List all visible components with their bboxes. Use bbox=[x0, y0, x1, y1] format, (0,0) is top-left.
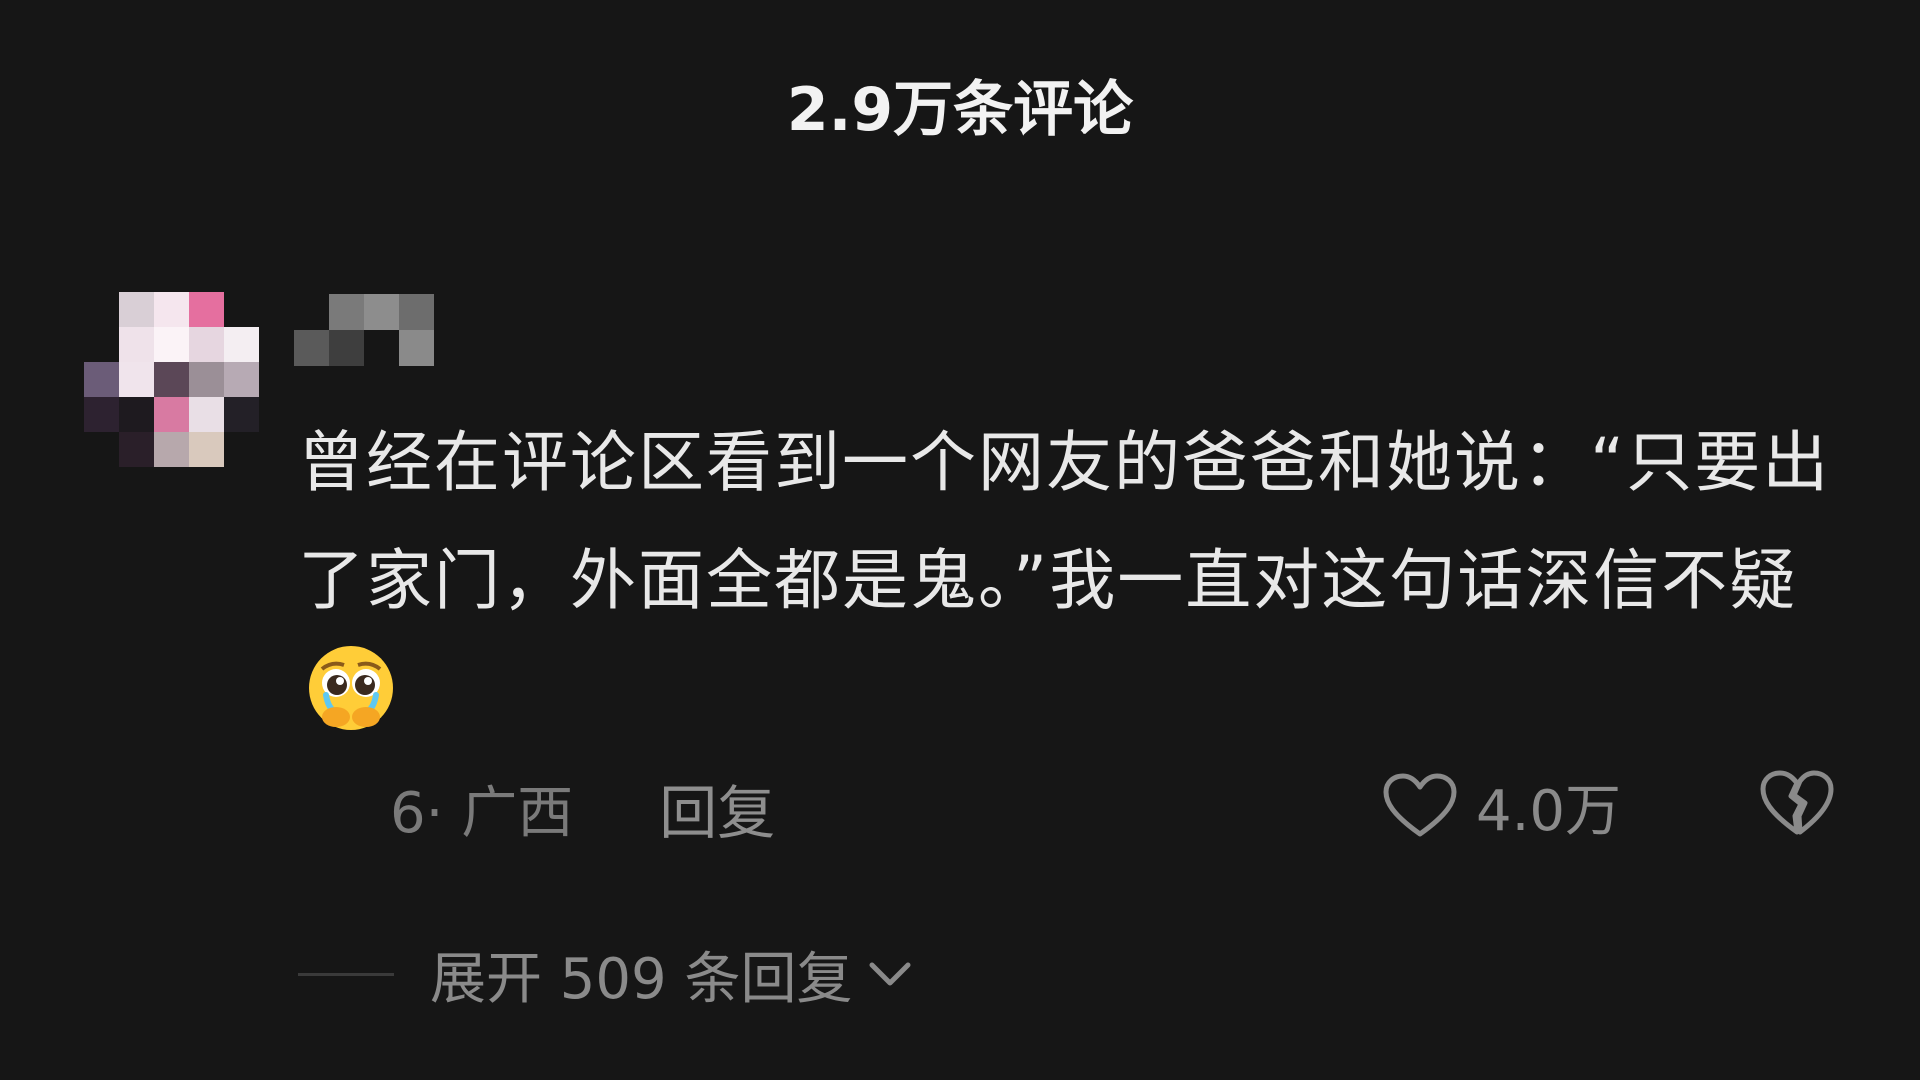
avatar-pixel bbox=[189, 362, 224, 397]
avatar-pixel bbox=[119, 292, 154, 327]
dislike-button[interactable] bbox=[1758, 768, 1836, 846]
avatar-pixel bbox=[119, 432, 154, 467]
reply-button[interactable]: 回复 bbox=[659, 766, 775, 850]
avatar-pixel bbox=[119, 327, 154, 362]
avatar-pixel bbox=[84, 397, 119, 432]
username-pixel bbox=[294, 330, 329, 366]
comment-meta-row: 6· 广西 回复 bbox=[390, 768, 775, 848]
pleading-face-crying-icon bbox=[304, 641, 398, 735]
avatar-pixel bbox=[154, 397, 189, 432]
avatar-pixel bbox=[84, 327, 119, 362]
expand-divider-line bbox=[298, 972, 394, 976]
avatar-pixel bbox=[154, 292, 189, 327]
username-blurred[interactable] bbox=[294, 294, 434, 366]
heart-icon bbox=[1383, 773, 1457, 837]
avatar-pixel bbox=[84, 292, 119, 327]
comment-screen: 2.9万条评论 曾经在评论区看到一个网友的爸爸和她说：“只要出了家门，外面全都是… bbox=[0, 0, 1920, 1080]
comment-meta-date-location: 6· 广西 bbox=[390, 780, 574, 846]
avatar-pixel bbox=[84, 362, 119, 397]
avatar-pixel bbox=[189, 327, 224, 362]
expand-replies-label: 展开 509 条回复 bbox=[430, 946, 853, 1012]
comment-text: 曾经在评论区看到一个网友的爸爸和她说：“只要出了家门，外面全都是鬼。”我一直对这… bbox=[298, 404, 1848, 758]
avatar-pixel bbox=[119, 397, 154, 432]
avatar-pixel bbox=[224, 327, 259, 362]
username-pixel bbox=[329, 330, 364, 366]
avatar-pixel bbox=[189, 432, 224, 467]
username-pixel bbox=[329, 294, 364, 330]
username-pixel bbox=[399, 330, 434, 366]
avatar-pixel bbox=[224, 362, 259, 397]
username-pixel bbox=[364, 294, 399, 330]
avatar-pixel bbox=[224, 397, 259, 432]
avatar-pixel bbox=[119, 362, 154, 397]
avatar-pixel bbox=[154, 362, 189, 397]
avatar-pixel bbox=[224, 292, 259, 327]
username-pixel bbox=[399, 294, 434, 330]
avatar-pixel bbox=[154, 432, 189, 467]
avatar-pixel bbox=[224, 432, 259, 467]
avatar-pixel bbox=[189, 397, 224, 432]
username-pixel bbox=[294, 294, 329, 330]
comment-body: 曾经在评论区看到一个网友的爸爸和她说：“只要出了家门，外面全都是鬼。”我一直对这… bbox=[298, 424, 1831, 619]
avatar-pixel bbox=[84, 432, 119, 467]
chevron-down-icon bbox=[869, 962, 910, 986]
username-pixel bbox=[364, 330, 399, 366]
avatar[interactable] bbox=[84, 292, 260, 468]
like-button[interactable]: 4.0万 bbox=[1382, 764, 1621, 848]
avatar-pixel bbox=[154, 327, 189, 362]
like-count: 4.0万 bbox=[1476, 778, 1622, 844]
expand-replies-button[interactable]: 展开 509 条回复 bbox=[298, 934, 913, 1014]
comments-count-title: 2.9万条评论 bbox=[786, 75, 1134, 145]
avatar-pixel bbox=[189, 292, 224, 327]
broken-heart-icon bbox=[1760, 770, 1834, 835]
